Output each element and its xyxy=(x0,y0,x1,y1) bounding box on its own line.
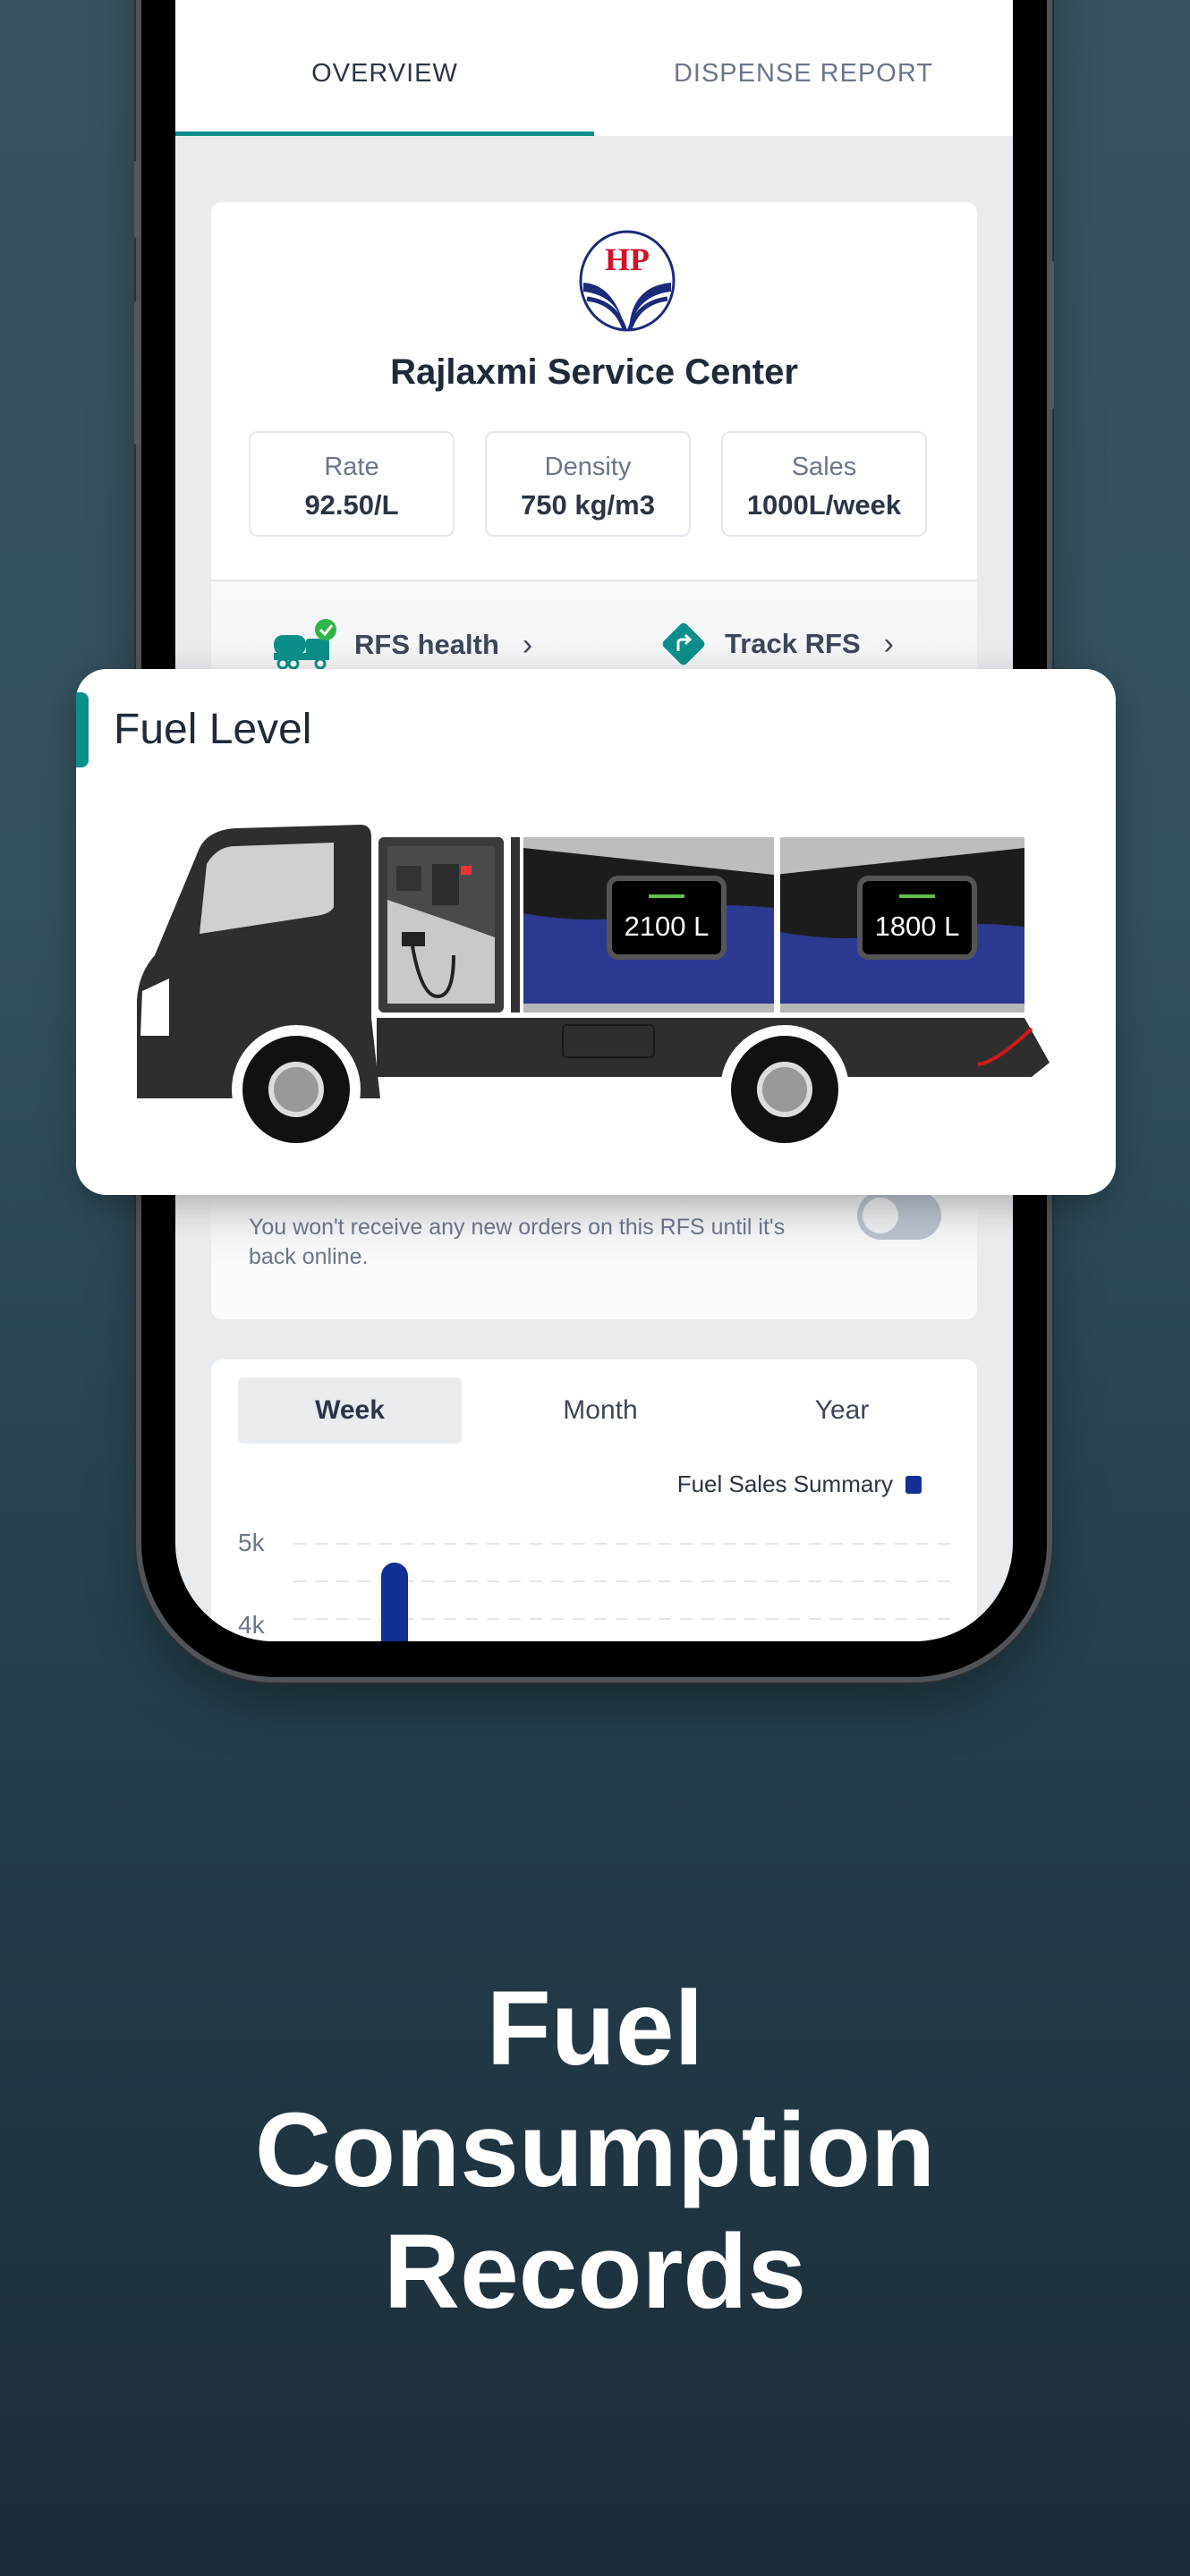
tank-1-gauge: 2100 L xyxy=(607,876,727,960)
chart-bar xyxy=(381,1563,408,1641)
chart-legend: Fuel Sales Summary xyxy=(677,1470,922,1498)
truck-chassis xyxy=(377,1018,1050,1077)
directions-icon xyxy=(662,623,705,665)
tab-dispense-report[interactable]: DISPENSE REPORT xyxy=(594,0,1013,136)
headline-line: Fuel xyxy=(486,1970,704,2088)
tank-1-reading: 2100 L xyxy=(625,911,710,942)
station-stats: Rate 92.50/L Density 750 kg/m3 Sales 100… xyxy=(249,431,927,537)
rfs-health-label: RFS health xyxy=(354,629,499,660)
station-name: Rajlaxmi Service Center xyxy=(390,352,798,392)
hold-toggle[interactable] xyxy=(857,1191,941,1240)
tank-2-gauge: 1800 L xyxy=(857,876,977,960)
hp-logo-text: HP xyxy=(605,242,650,277)
headline-line: Consumption xyxy=(254,2091,936,2209)
tank-divider xyxy=(774,837,780,1013)
rear-wheel xyxy=(720,1025,849,1154)
y-tick-label: 4k xyxy=(238,1611,266,1639)
stat-rate: Rate 92.50/L xyxy=(249,431,455,537)
track-rfs-link[interactable]: Track RFS › xyxy=(659,619,894,669)
chevron-right-icon: › xyxy=(883,626,894,661)
stat-value: 750 kg/m3 xyxy=(521,489,655,521)
fuel-level-card: Fuel Level 2100 L 1800 L xyxy=(76,669,1116,1195)
promo-headline: Fuel Consumption Records xyxy=(0,1968,1190,2333)
stat-density: Density 750 kg/m3 xyxy=(485,431,691,537)
stat-value: 1000L/week xyxy=(746,489,902,521)
rfs-health-link[interactable]: RFS health › xyxy=(274,619,532,671)
stat-value: 92.50/L xyxy=(304,489,399,521)
headline-line: Records xyxy=(383,2213,807,2331)
tab-overview[interactable]: OVERVIEW xyxy=(175,0,594,136)
stat-label: Density xyxy=(544,453,632,481)
sales-chart-card: Week Month Year Fuel Sales Summary 5k 4k xyxy=(211,1360,977,1641)
y-tick-label: 5k xyxy=(238,1529,266,1556)
tab-bar: OVERVIEW DISPENSE REPORT xyxy=(175,0,1013,136)
legend-label: Fuel Sales Summary xyxy=(676,1470,893,1497)
legend-swatch xyxy=(905,1475,922,1494)
hold-description: You won't receive any new orders on this… xyxy=(249,1215,786,1269)
period-week[interactable]: Week xyxy=(238,1377,462,1444)
period-year[interactable]: Year xyxy=(721,1377,963,1444)
tank-2-reading: 1800 L xyxy=(875,911,960,942)
phone-side-button xyxy=(134,161,140,238)
tanker-check-icon xyxy=(274,619,336,670)
period-month[interactable]: Month xyxy=(480,1377,721,1444)
stat-label: Rate xyxy=(324,453,379,481)
hp-logo: HP xyxy=(579,230,676,332)
stat-label: Sales xyxy=(791,453,857,481)
toggle-knob xyxy=(863,1198,898,1233)
sales-chart: 5k 4k xyxy=(238,1529,952,1641)
chevron-right-icon: › xyxy=(522,627,533,662)
fuel-truck-illustration: 2100 L 1800 L xyxy=(137,825,1050,1154)
phone-side-button xyxy=(134,301,140,445)
accent-bar xyxy=(76,692,89,767)
period-selector: Week Month Year xyxy=(238,1377,963,1444)
phone-side-button xyxy=(1049,261,1054,409)
fuel-level-title: Fuel Level xyxy=(114,706,312,753)
stat-sales: Sales 1000L/week xyxy=(721,431,927,537)
front-wheel xyxy=(232,1025,361,1154)
station-card: HP Rajlaxmi Service Center Rate 92.50/L … xyxy=(211,202,977,703)
track-rfs-label: Track RFS xyxy=(725,628,861,659)
